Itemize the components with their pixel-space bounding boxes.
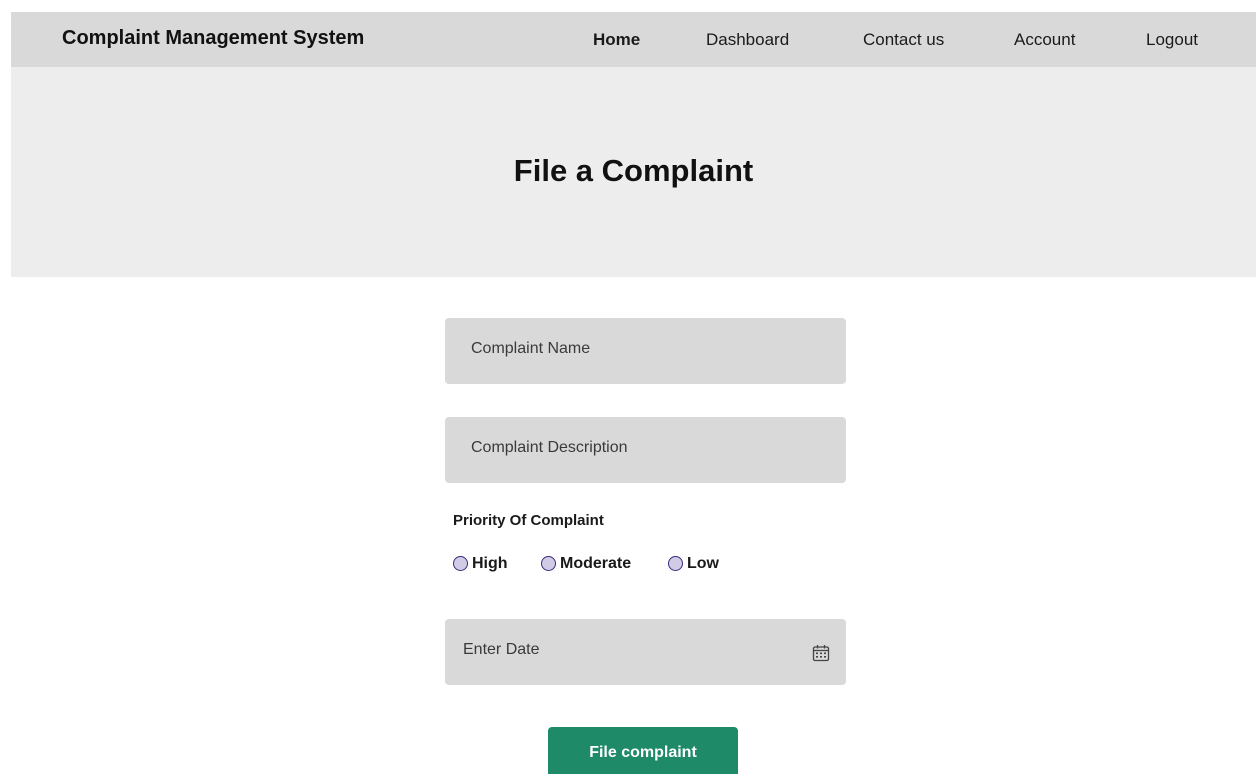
brand-title: Complaint Management System (62, 27, 365, 49)
priority-radio-high[interactable]: High (453, 554, 515, 576)
complaint-page: Complaint Management System Home Dashboa… (0, 0, 1256, 774)
priority-low-label: Low (687, 555, 719, 572)
priority-high-label: High (472, 555, 508, 572)
complaint-description-field[interactable]: Complaint Description (445, 417, 846, 483)
nav-account-link[interactable]: Account (1014, 30, 1075, 50)
hero-banner: File a Complaint (11, 67, 1256, 277)
priority-label: Priority Of Complaint (453, 512, 604, 529)
priority-radio-moderate[interactable]: Moderate (541, 554, 643, 576)
complaint-name-field[interactable]: Complaint Name (445, 318, 846, 384)
complaint-name-placeholder: Complaint Name (471, 340, 591, 357)
top-navbar: Complaint Management System Home Dashboa… (11, 12, 1256, 67)
nav-dashboard-link[interactable]: Dashboard (706, 30, 789, 50)
page-title: File a Complaint (513, 153, 754, 188)
nav-home-link[interactable]: Home (593, 30, 640, 50)
radio-circle-icon (668, 556, 683, 571)
nav-logout-link[interactable]: Logout (1146, 30, 1198, 50)
complaint-description-placeholder: Complaint Description (471, 439, 628, 456)
nav-contact-link[interactable]: Contact us (863, 30, 944, 50)
priority-radio-low[interactable]: Low (668, 554, 728, 576)
file-complaint-button[interactable]: File complaint (548, 727, 738, 774)
radio-circle-icon (453, 556, 468, 571)
priority-moderate-label: Moderate (560, 555, 632, 572)
date-field[interactable]: Enter Date (445, 619, 846, 685)
radio-circle-icon (541, 556, 556, 571)
date-placeholder: Enter Date (463, 641, 540, 658)
calendar-icon[interactable] (811, 643, 831, 663)
